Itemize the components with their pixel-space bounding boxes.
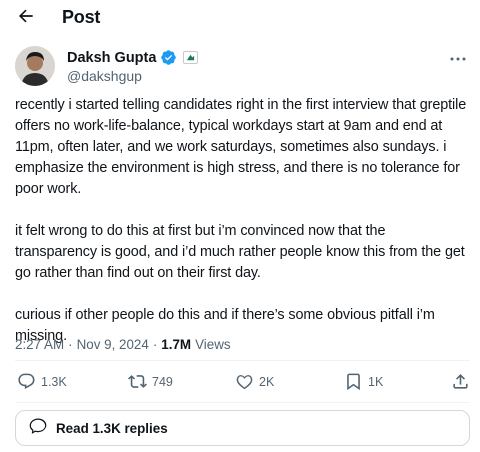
repost-count: 749 [152, 374, 173, 389]
like-count: 2K [259, 374, 275, 389]
back-button[interactable] [14, 6, 38, 30]
reply-icon [17, 372, 36, 391]
bookmark-count: 1K [368, 374, 384, 389]
speech-bubble-icon [28, 416, 48, 441]
share-icon [451, 372, 470, 391]
reply-count: 1.3K [41, 374, 67, 389]
meta-separator: · [152, 337, 158, 352]
like-button[interactable]: 2K [235, 372, 274, 391]
tweet-meta: 2:27 AM · Nov 9, 2024 · 1.7M Views [15, 337, 231, 352]
verified-badge-icon [160, 49, 177, 66]
divider [15, 402, 470, 403]
page-header: Post [0, 0, 480, 36]
more-button[interactable] [448, 50, 468, 64]
tweet-paragraph: it felt wrong to do this at first but i’… [15, 223, 465, 281]
share-button[interactable] [451, 372, 470, 391]
avatar[interactable] [15, 46, 55, 86]
reply-button[interactable]: 1.3K [17, 372, 67, 391]
action-bar: 1.3K 749 2K 1K [15, 368, 470, 398]
heart-icon [235, 372, 254, 391]
repost-icon [128, 372, 147, 391]
views-count: 1.7M [161, 337, 192, 352]
meta-separator: · [68, 337, 73, 352]
bookmark-icon [344, 372, 363, 391]
tweet-date[interactable]: Nov 9, 2024 [77, 337, 149, 352]
arrow-left-icon [16, 6, 36, 31]
views-label: Views [195, 337, 231, 352]
tweet-text: recently i started telling candidates ri… [15, 95, 470, 368]
read-replies-button[interactable]: Read 1.3K replies [15, 410, 470, 446]
author-name[interactable]: Daksh Gupta [67, 50, 156, 66]
divider [15, 360, 470, 361]
author-row: Daksh Gupta @dakshgup [15, 46, 470, 90]
name-line: Daksh Gupta [67, 49, 199, 66]
read-replies-label: Read 1.3K replies [56, 420, 168, 436]
bookmark-button[interactable]: 1K [344, 372, 383, 391]
tweet-paragraph: recently i started telling candidates ri… [15, 97, 467, 197]
page-title: Post [62, 7, 101, 27]
affiliate-badge-icon[interactable] [183, 51, 199, 64]
more-horizontal-icon [450, 48, 466, 66]
tweet-time[interactable]: 2:27 AM [15, 337, 64, 352]
repost-button[interactable]: 749 [128, 372, 173, 391]
author-handle[interactable]: @dakshgup [67, 68, 142, 84]
